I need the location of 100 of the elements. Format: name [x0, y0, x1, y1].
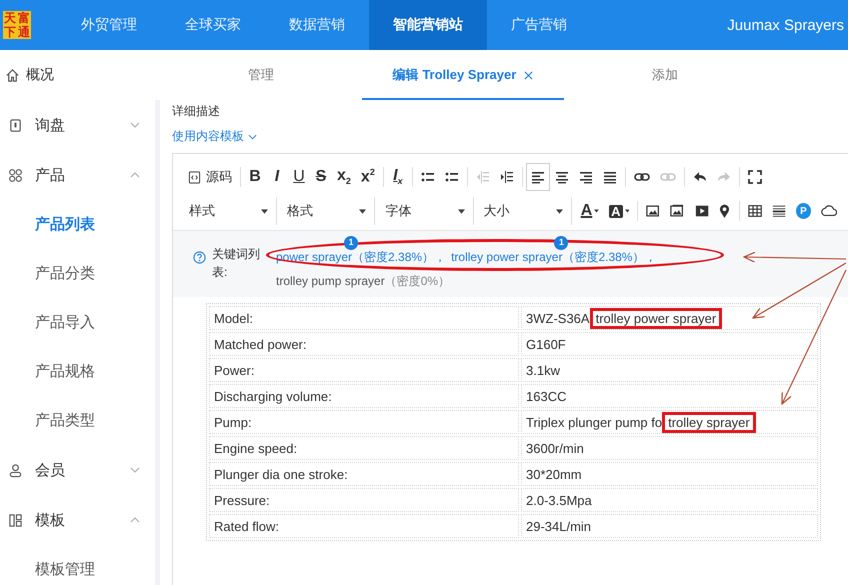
nav-tab[interactable]: 智能营销站	[369, 0, 487, 50]
subscript-button[interactable]: x$_{2}$	[332, 163, 356, 191]
images-icon	[670, 204, 684, 218]
align-left-button[interactable]	[526, 163, 550, 191]
keyword-density: （密度2.38%）	[562, 250, 644, 264]
strike-button[interactable]: S	[310, 163, 332, 191]
justify-icon	[602, 170, 617, 184]
page-tab[interactable]: 添加	[652, 66, 678, 84]
table-cell: 163CC	[521, 384, 818, 408]
highlight-box: trolley power sprayer	[590, 308, 722, 328]
format-dropdown[interactable]: 格式	[281, 197, 376, 225]
sidebar-subitem[interactable]: 产品规格	[0, 347, 155, 396]
table-cell: 3600r/min	[521, 436, 818, 460]
table-cell: 3WZ-S36A trolley power sprayer	[521, 306, 818, 330]
table-cell: 29-34L/min	[521, 514, 818, 538]
user-icon	[8, 462, 23, 478]
table-cell: Pressure:	[209, 488, 519, 512]
caret-icon	[359, 208, 366, 214]
keyword-term: trolley pump sprayer	[276, 274, 385, 288]
caret-icon	[556, 208, 563, 214]
account-menu[interactable]: Juumax Sprayers	[727, 0, 848, 50]
fullscreen-icon	[748, 170, 762, 184]
template-dropdown[interactable]: 使用内容模板	[172, 128, 244, 145]
clipboard-icon	[8, 118, 23, 132]
sidebar-item[interactable]: 概况	[26, 66, 54, 84]
map-pin-icon	[719, 204, 730, 218]
sidebar-subitem[interactable]: 产品导入	[0, 298, 155, 347]
sidebar-subitem[interactable]: 产品类型	[0, 396, 155, 445]
format-dropdown[interactable]: 大小	[478, 197, 572, 225]
help-icon[interactable]	[193, 251, 206, 264]
sidebar-subitem[interactable]: 产品列表	[0, 200, 155, 249]
bg-color-button[interactable]: A	[604, 197, 634, 225]
keyword-list-label: 关键词列表:	[212, 246, 261, 281]
numbered-list-icon	[420, 170, 435, 184]
format-dropdown[interactable]: 样式	[183, 197, 278, 225]
keyword-density: （密度2.38%）	[352, 250, 434, 264]
unlink-icon	[660, 170, 676, 184]
align-right-icon	[578, 170, 593, 184]
outdent-icon	[476, 170, 490, 184]
table-cell: G160F	[521, 332, 818, 356]
caret-icon	[261, 208, 268, 214]
table-cell: Pump:	[209, 410, 519, 434]
table-cell: Power:	[209, 358, 519, 382]
table-cell: 3.1kw	[521, 358, 818, 382]
chevron-icon	[130, 122, 140, 128]
chevron-icon	[130, 467, 140, 473]
image-icon	[646, 204, 660, 218]
table-cell: Matched power:	[209, 332, 519, 356]
bold-button[interactable]: B	[244, 163, 266, 191]
sidebar-subitem[interactable]: 产品分类	[0, 249, 155, 298]
link-icon	[634, 170, 650, 184]
caret-icon	[594, 209, 600, 213]
align-center-icon	[554, 170, 569, 184]
separator: ，	[434, 250, 446, 264]
keyword-density: （密度0%）	[384, 274, 450, 288]
count-badge: 1	[344, 236, 358, 250]
table-cell: Engine speed:	[209, 436, 519, 460]
page-tab[interactable]: 编辑 Trolley Sprayer	[392, 66, 516, 84]
align-left-icon	[530, 170, 545, 184]
field-label: 详细描述	[172, 103, 221, 120]
home-icon	[5, 68, 20, 82]
table-cell: 30*20mm	[521, 462, 818, 486]
layout-icon	[8, 512, 23, 528]
sidebar-item[interactable]: 会员	[0, 445, 155, 495]
cloud-icon	[820, 205, 837, 217]
caret-icon	[624, 209, 630, 213]
indent-icon	[500, 170, 514, 184]
grid-icon	[8, 168, 23, 182]
source-button[interactable]: 源码	[183, 163, 237, 191]
table-cell: 2.0-3.5Mpa	[521, 488, 818, 512]
format-dropdown[interactable]: 字体	[379, 197, 474, 225]
font-color-button[interactable]: A	[576, 197, 604, 225]
film-icon	[694, 204, 709, 218]
keyword-term: trolley power sprayer	[451, 250, 562, 264]
chevron-icon	[248, 134, 257, 140]
separator: ，	[644, 250, 656, 264]
caret-icon	[458, 208, 465, 214]
page-tab[interactable]: 管理	[248, 66, 274, 84]
chevron-icon	[130, 172, 140, 178]
bullet-list-icon	[444, 170, 459, 184]
sidebar-item[interactable]: 模板	[0, 495, 155, 545]
sidebar-subitem[interactable]: 模板管理	[0, 545, 155, 585]
clear-button[interactable]: I$_{x}$	[386, 163, 409, 191]
underline-button[interactable]: U	[288, 163, 310, 191]
table-cell: Triplex plunger pump fo trolley sprayer	[521, 410, 818, 434]
close-icon[interactable]	[524, 70, 534, 80]
sidebar-item[interactable]: 询盘	[0, 100, 155, 150]
sidebar-item[interactable]: 产品	[0, 150, 155, 200]
italic-button[interactable]: I	[266, 163, 288, 191]
table-cell: Discharging volume:	[209, 384, 519, 408]
table-cell: Model:	[209, 306, 519, 330]
table-cell: Plunger dia one stroke:	[209, 462, 519, 486]
superscript-button[interactable]: x$^{2}$	[356, 163, 380, 191]
undo-icon	[692, 170, 707, 184]
redo-icon	[716, 170, 731, 184]
count-badge: 1	[554, 236, 568, 250]
code-icon	[188, 170, 201, 184]
table-cell: Rated flow:	[209, 514, 519, 538]
table-icon	[748, 204, 762, 218]
highlight-box: trolley sprayer	[662, 412, 756, 432]
